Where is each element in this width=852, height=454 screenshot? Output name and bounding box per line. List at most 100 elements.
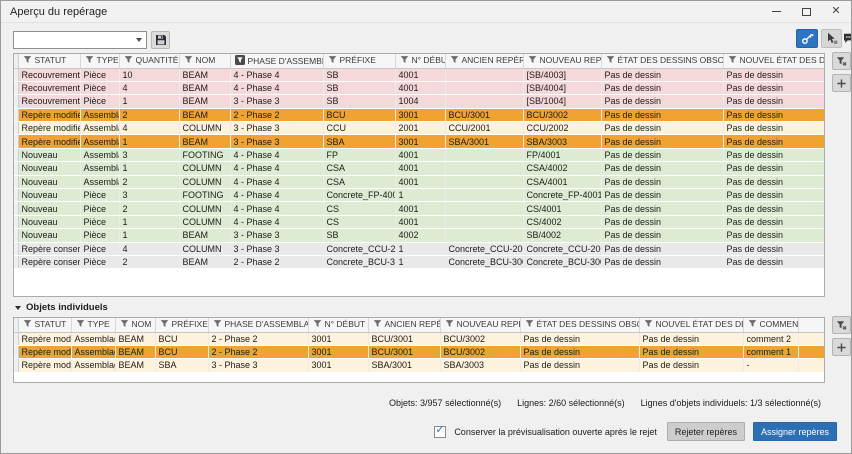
filter-icon[interactable] [400, 55, 409, 66]
column-label: TYPE [96, 55, 119, 66]
column-header-n-d-but[interactable]: N° DÉBUT [395, 54, 446, 69]
filter-icon[interactable] [373, 319, 382, 330]
table-row[interactable]: Nouveau Pièce 2 COLUMN 4 - Phase 4 CS 4001 CS/4… [14, 201, 824, 216]
keep-preview-open-checkbox[interactable]: ✓ [434, 424, 447, 438]
individual-objects-table: STATUT TYPE NOM PRÉFIXE PHASE D'ASSEMBLAGE N°… [13, 317, 825, 383]
column-header-nouveau-rep-re[interactable]: NOUVEAU REPÈRE [523, 54, 602, 69]
column-header-phase-d-assemblage[interactable]: PHASE D'ASSEMBLAGE [208, 318, 309, 333]
table-row[interactable]: NouveauAssemblage2COLUMN4 - Phase 4CSA40… [14, 175, 824, 190]
table-row[interactable]: Recouvrement Pièce 1 BEAM 3 - Phase 3 SB 1004 [… [14, 94, 824, 109]
minimize-button[interactable] [761, 1, 791, 22]
filter-icon[interactable] [728, 55, 737, 66]
column-header-nom[interactable]: NOM [115, 318, 156, 333]
cell: SB [323, 228, 396, 243]
table-row[interactable]: Repère modifiéAssemblage2BEAM2 - Phase 2… [14, 108, 824, 123]
filter-icon[interactable] [184, 55, 193, 66]
select-rows-pointer-button[interactable] [821, 29, 842, 48]
column-header-phase-d-assemblage[interactable]: PHASE D'ASSEMBLAGE [230, 54, 324, 69]
filter-icon[interactable] [23, 319, 32, 330]
filter-icon[interactable] [313, 319, 322, 330]
table-row[interactable]: Nouveau Pièce 1 COLUMN 4 - Phase 4 CS 4001 CS/4… [14, 215, 824, 230]
cell: Assemblage [80, 108, 120, 123]
column-header-comment[interactable]: COMMENT [743, 318, 799, 333]
column-header-type[interactable]: TYPE [71, 318, 116, 333]
column-header-n-d-but[interactable]: N° DÉBUT [308, 318, 369, 333]
cell: 4001 [395, 68, 446, 82]
add-filter-rule-button-individual[interactable] [832, 338, 851, 356]
column-header-tat-des-dessins-obsol-tes[interactable]: ÉTAT DES DESSINS OBSOLÈTES [601, 54, 724, 69]
column-header-tat-des-dessins-obsol-tes[interactable]: ÉTAT DES DESSINS OBSOLÈTES [520, 318, 640, 333]
column-header-statut[interactable]: STATUT [18, 54, 81, 69]
close-button[interactable]: ✕ [821, 1, 851, 22]
filter-icon[interactable] [450, 55, 459, 66]
table-row[interactable]: NouveauAssemblage1COLUMN4 - Phase 4CSA40… [14, 161, 824, 176]
filter-icon[interactable] [748, 319, 757, 330]
table-row[interactable]: Repère conservéPièce2BEAM2 - Phase 2Conc… [14, 255, 824, 270]
column-label: ANCIEN REPÈRE [461, 55, 523, 66]
column-header-pr-fixe[interactable]: PRÉFIXE [155, 318, 209, 333]
table-row[interactable]: Repère modifiéAssemblageBEAMBCU2 - Phase… [14, 345, 824, 360]
cell: SBA [323, 134, 396, 149]
filter-icon[interactable] [23, 55, 32, 66]
cell: 4001 [395, 175, 446, 190]
clear-filters-button-main[interactable] [832, 52, 851, 70]
cell: 3 - Phase 3 [230, 94, 324, 109]
table-row[interactable]: Nouveau Pièce 1 BEAM 3 - Phase 3 SB 4002 SB/400… [14, 228, 824, 243]
column-header-nom[interactable]: NOM [179, 54, 231, 69]
save-preset-button[interactable] [151, 31, 170, 49]
column-header-type[interactable]: TYPE [80, 54, 120, 69]
clear-filters-button-individual[interactable] [832, 316, 851, 334]
table-row[interactable]: Nouveau Pièce 3 FOOTING 4 - Phase 4 Concrete_… [14, 188, 824, 203]
column-header-nouvel-tat-des-dessins[interactable]: NOUVEL ÉTAT DES DESSINS [723, 54, 824, 69]
cell: Pas de dessin [723, 108, 824, 123]
column-header-statut[interactable]: STATUT [18, 318, 72, 333]
cell: 2 [119, 201, 180, 216]
filter-icon[interactable] [120, 319, 129, 330]
filter-icon[interactable] [160, 319, 169, 330]
reject-marks-button[interactable]: Rejeter repères [666, 422, 745, 441]
cell: Pas de dessin [723, 175, 824, 190]
table-row[interactable]: Recouvrement Pièce 10 BEAM 4 - Phase 4 SB 4001… [14, 68, 824, 82]
filter-icon[interactable] [528, 55, 537, 66]
cell: 4001 [395, 161, 446, 176]
cell: 3001 [395, 108, 446, 123]
column-header-pr-fixe[interactable]: PRÉFIXE [323, 54, 396, 69]
table-row[interactable]: Repère modifiéAssemblageBEAMBCU2 - Phase… [14, 332, 824, 346]
column-header-nouvel-tat-des-dessins[interactable]: NOUVEL ÉTAT DES DESSINS [639, 318, 744, 333]
filter-icon[interactable] [85, 55, 94, 66]
filter-icon[interactable] [644, 319, 653, 330]
column-header-nouveau-rep-re[interactable]: NOUVEAU REPÈRE [440, 318, 521, 333]
preset-combobox[interactable] [13, 31, 147, 49]
filter-icon[interactable] [525, 319, 534, 330]
maximize-button[interactable] [791, 1, 821, 22]
assign-marks-button[interactable]: Assigner repères [752, 422, 837, 441]
filter-icon[interactable] [328, 55, 337, 66]
column-header-ancien-rep-re[interactable]: ANCIEN REPÈRE [368, 318, 441, 333]
cell: Pas de dessin [639, 358, 744, 373]
cell: BCU/3001 [368, 345, 441, 360]
column-label: ANCIEN REPÈRE [384, 319, 440, 330]
table-row[interactable]: Repère conservéPièce4COLUMN3 - Phase 3Co… [14, 242, 824, 256]
cell: SBA [155, 358, 209, 373]
filter-icon[interactable] [124, 55, 133, 66]
add-filter-rule-button-main[interactable] [832, 74, 851, 92]
comments-button[interactable] [843, 32, 851, 44]
table-row[interactable]: Repère modifiéAssemblage1BEAM3 - Phase 3… [14, 134, 824, 149]
individual-objects-section-toggle[interactable]: Objets individuels [15, 302, 108, 313]
filter-active-icon[interactable] [234, 54, 245, 67]
filter-icon[interactable] [213, 319, 222, 330]
table-row[interactable]: Repère modifiéAssemblageBEAMSBA3 - Phase… [14, 358, 824, 373]
column-header-ancien-rep-re[interactable]: ANCIEN REPÈRE [445, 54, 524, 69]
cell: Nouveau [18, 148, 81, 163]
select-in-model-button[interactable] [796, 29, 818, 48]
cell: CS [323, 201, 396, 216]
table-row[interactable]: Repère modifiéAssemblage4COLUMN3 - Phase… [14, 121, 824, 136]
column-header-quantit[interactable]: QUANTITÉ [119, 54, 180, 69]
cell: Nouveau [18, 228, 81, 243]
filter-icon[interactable] [76, 319, 85, 330]
table-row[interactable]: NouveauAssemblage3FOOTING4 - Phase 4FP40… [14, 148, 824, 163]
table-row[interactable]: Recouvrement Pièce 4 BEAM 4 - Phase 4 SB 4001 [… [14, 81, 824, 96]
filter-icon[interactable] [606, 55, 615, 66]
filter-icon[interactable] [445, 319, 454, 330]
cell: Nouveau [18, 215, 81, 230]
